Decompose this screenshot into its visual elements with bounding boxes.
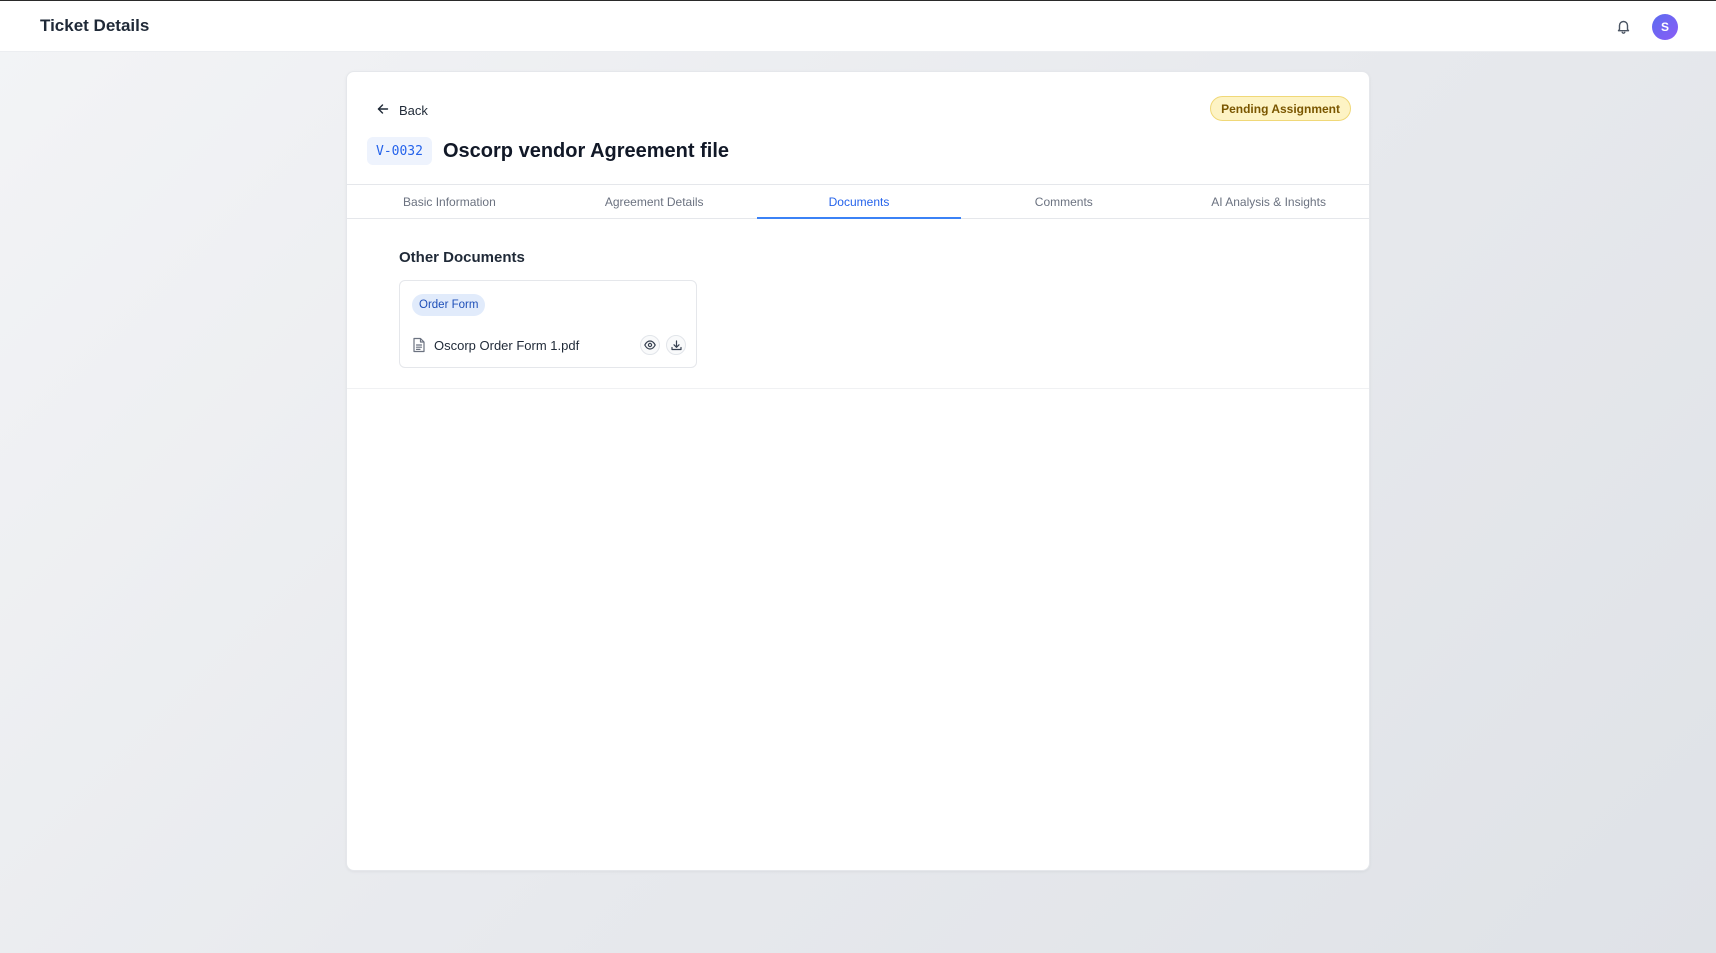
bell-icon[interactable] (1614, 16, 1632, 36)
other-documents-heading: Other Documents (399, 249, 525, 266)
download-document-button[interactable] (666, 335, 686, 355)
ticket-tabs: Basic Information Agreement Details Docu… (347, 184, 1369, 219)
tab-comments[interactable]: Comments (961, 185, 1166, 218)
arrow-left-icon (377, 103, 389, 118)
eye-icon (644, 340, 656, 350)
status-badge: Pending Assignment (1210, 96, 1351, 121)
view-document-button[interactable] (640, 335, 660, 355)
tab-agreement-details[interactable]: Agreement Details (552, 185, 757, 218)
ticket-title: Oscorp vendor Agreement file (443, 140, 729, 162)
section-divider (347, 388, 1369, 389)
file-icon (412, 337, 426, 353)
document-card: Order Form Oscorp Order Form 1.pdf (399, 280, 697, 368)
back-label: Back (399, 102, 428, 118)
tab-ai-analysis-insights[interactable]: AI Analysis & Insights (1166, 185, 1369, 218)
tab-documents[interactable]: Documents (756, 185, 962, 219)
back-button[interactable]: Back (377, 99, 428, 121)
document-row: Oscorp Order Form 1.pdf (412, 334, 686, 356)
ticket-id-badge: V-0032 (367, 137, 432, 165)
tab-basic-information[interactable]: Basic Information (347, 185, 552, 218)
download-icon (670, 339, 682, 351)
document-file-name[interactable]: Oscorp Order Form 1.pdf (434, 338, 634, 353)
document-type-tag: Order Form (412, 294, 486, 316)
ticket-card: Back Pending Assignment V-0032 Oscorp ve… (346, 71, 1370, 871)
page-title: Ticket Details (40, 16, 150, 35)
avatar[interactable]: S (1652, 14, 1678, 40)
top-bar: Ticket Details S (0, 0, 1716, 52)
